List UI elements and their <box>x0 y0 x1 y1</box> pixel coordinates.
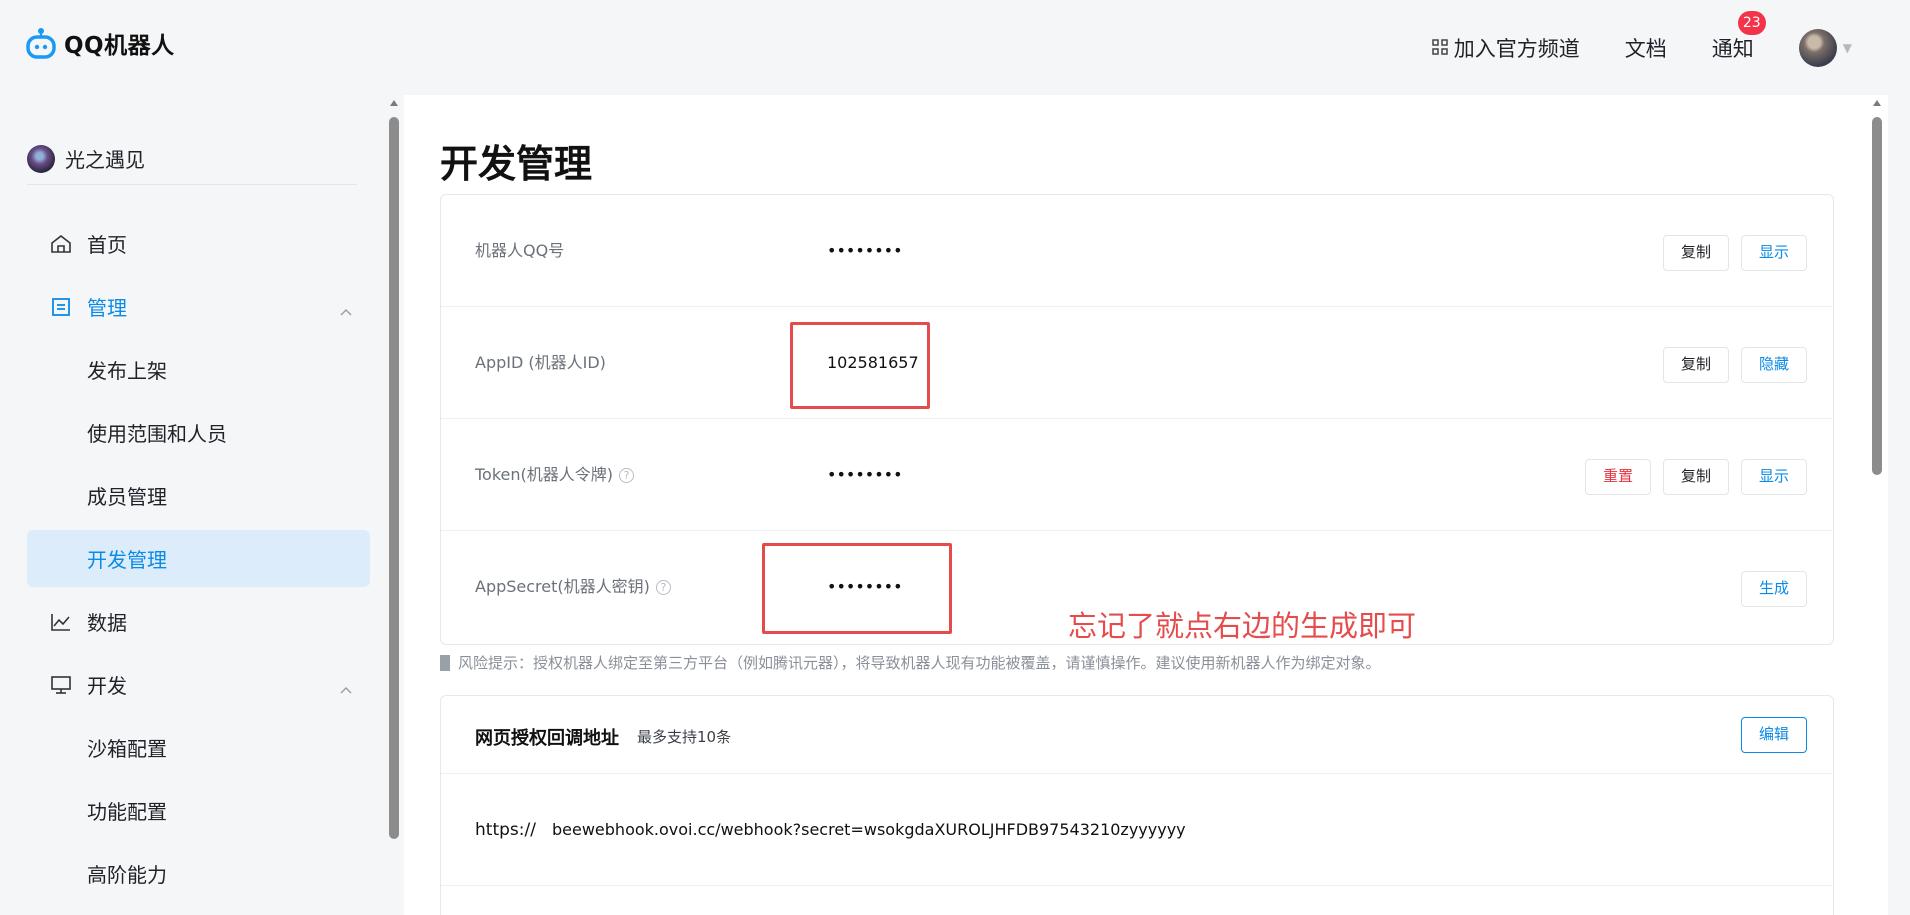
credential-actions: 重置 复制 显示 <box>1585 459 1807 495</box>
notifications-link[interactable]: 通知 23 <box>1711 11 1766 63</box>
user-avatar[interactable] <box>1798 29 1837 67</box>
notify-label: 通知 <box>1711 37 1754 61</box>
credential-label: 机器人QQ号 <box>475 195 564 307</box>
main-content: 开发管理 机器人QQ号 •••••••• 复制 显示 AppID (机器人ID)… <box>404 95 1888 915</box>
credential-row-qq: 机器人QQ号 •••••••• 复制 显示 <box>441 195 1833 307</box>
chevron-down-icon[interactable]: ▼ <box>1843 41 1852 55</box>
callback-url: beewebhook.ovoi.cc/webhook?secret=wsokgd… <box>552 820 1186 839</box>
callback-protocol: https:// <box>475 820 536 840</box>
bot-avatar <box>27 144 55 173</box>
show-button[interactable]: 显示 <box>1741 459 1807 495</box>
sidebar-item-publish[interactable]: 发布上架 <box>27 341 370 398</box>
sidebar-item-scope[interactable]: 使用范围和人员 <box>27 404 370 461</box>
sidebar-item-label: 数据 <box>87 611 127 635</box>
sidebar: 光之遇见 首页 管理 发布上架 使用范围和人员 成员管理 开发管理 数据 开发 … <box>0 95 383 915</box>
sidebar-menu: 首页 管理 发布上架 使用范围和人员 成员管理 开发管理 数据 开发 沙箱配置 … <box>27 215 370 908</box>
credential-label: AppSecret(机器人密钥) ? <box>475 531 671 643</box>
join-channel-label: 加入官方频道 <box>1453 37 1580 61</box>
callback-card: 网页授权回调地址 最多支持10条 编辑 https:// beewebhook.… <box>440 695 1834 915</box>
sidebar-item-manage[interactable]: 管理 <box>27 278 370 335</box>
hide-button[interactable]: 隐藏 <box>1741 347 1807 383</box>
main-scrollbar[interactable] <box>1870 95 1884 915</box>
qr-grid-icon <box>1432 36 1448 60</box>
callback-title: 网页授权回调地址 <box>475 728 619 749</box>
copy-button[interactable]: 复制 <box>1663 459 1729 495</box>
page-title: 开发管理 <box>440 142 593 186</box>
reset-button[interactable]: 重置 <box>1585 459 1651 495</box>
highlight-box-appid <box>790 322 930 409</box>
sidebar-item-label: 管理 <box>87 296 127 320</box>
chart-icon <box>49 610 73 634</box>
copy-button[interactable]: 复制 <box>1663 235 1729 271</box>
scrollbar-thumb[interactable] <box>389 117 399 839</box>
sidebar-item-data[interactable]: 数据 <box>27 593 370 650</box>
monitor-icon <box>49 673 73 697</box>
bot-name: 光之遇见 <box>65 148 145 172</box>
credential-actions: 复制 隐藏 <box>1663 347 1807 383</box>
docs-link[interactable]: 文档 <box>1625 33 1667 63</box>
top-bar: QQ机器人 加入官方频道 文档 通知 23 ▼ <box>0 0 1910 95</box>
notify-count-badge: 23 <box>1737 11 1766 35</box>
sidebar-item-advanced[interactable]: 高阶能力 <box>27 845 370 902</box>
sidebar-item-dev-manage[interactable]: 开发管理 <box>27 530 370 587</box>
sidebar-item-members[interactable]: 成员管理 <box>27 467 370 524</box>
help-icon[interactable]: ? <box>619 467 635 483</box>
manage-icon <box>49 295 73 319</box>
join-channel-link[interactable]: 加入官方频道 <box>1432 33 1580 63</box>
annotation-note: 忘记了就点右边的生成即可 <box>1068 609 1417 643</box>
copy-button[interactable]: 复制 <box>1663 347 1729 383</box>
logo-text: QQ机器人 <box>64 33 175 59</box>
callback-header: 网页授权回调地址 最多支持10条 编辑 <box>441 696 1833 774</box>
robot-logo-icon <box>26 27 56 59</box>
edit-button[interactable]: 编辑 <box>1741 717 1807 753</box>
credentials-card: 机器人QQ号 •••••••• 复制 显示 AppID (机器人ID) 1025… <box>440 194 1834 645</box>
chevron-up-icon <box>340 300 352 316</box>
scroll-up-arrow-icon[interactable] <box>1873 100 1881 106</box>
top-nav: 加入官方频道 文档 通知 23 ▼ <box>1432 11 1852 71</box>
home-icon <box>49 232 73 256</box>
chevron-up-icon <box>340 678 352 694</box>
highlight-box-appsecret <box>762 543 952 634</box>
risk-notice: 风险提示：授权机器人绑定至第三方平台（例如腾讯元器），将导致机器人现有功能被覆盖… <box>440 652 1381 673</box>
sidebar-item-home[interactable]: 首页 <box>27 215 370 272</box>
sidebar-item-label: 开发 <box>87 674 127 698</box>
credential-actions: 复制 显示 <box>1663 235 1807 271</box>
sidebar-item-develop[interactable]: 开发 <box>27 656 370 713</box>
credential-label: AppID (机器人ID) <box>475 307 606 419</box>
callback-url-row: https:// beewebhook.ovoi.cc/webhook?secr… <box>441 774 1833 886</box>
credential-label-text: 机器人QQ号 <box>475 241 565 260</box>
credential-label-text: AppSecret(机器人密钥) <box>475 577 650 596</box>
scroll-up-arrow-icon[interactable] <box>390 100 398 106</box>
sidebar-item-label: 首页 <box>87 233 127 257</box>
sidebar-item-sandbox[interactable]: 沙箱配置 <box>27 719 370 776</box>
show-button[interactable]: 显示 <box>1741 235 1807 271</box>
credential-row-appid: AppID (机器人ID) 102581657 复制 隐藏 <box>441 307 1833 419</box>
help-icon[interactable]: ? <box>655 579 671 595</box>
sidebar-item-features[interactable]: 功能配置 <box>27 782 370 839</box>
credential-value: •••••••• <box>827 465 903 484</box>
credential-row-token: Token(机器人令牌) ? •••••••• 重置 复制 显示 <box>441 419 1833 531</box>
sidebar-scrollbar[interactable] <box>387 95 401 915</box>
callback-subtitle: 最多支持10条 <box>637 728 732 746</box>
logo[interactable]: QQ机器人 <box>26 26 175 60</box>
generate-button[interactable]: 生成 <box>1741 571 1807 607</box>
risk-notice-text: 风险提示：授权机器人绑定至第三方平台（例如腾讯元器），将导致机器人现有功能被覆盖… <box>458 654 1381 672</box>
credential-value: •••••••• <box>827 241 903 260</box>
warning-bar-icon <box>440 654 450 671</box>
credential-label-text: Token(机器人令牌) <box>475 465 614 484</box>
scrollbar-thumb[interactable] <box>1872 117 1882 475</box>
credential-label: Token(机器人令牌) ? <box>475 419 635 531</box>
credential-actions: 生成 <box>1741 571 1807 607</box>
credential-label-text: AppID (机器人ID) <box>475 353 606 372</box>
sidebar-bot-profile[interactable]: 光之遇见 <box>27 143 357 185</box>
